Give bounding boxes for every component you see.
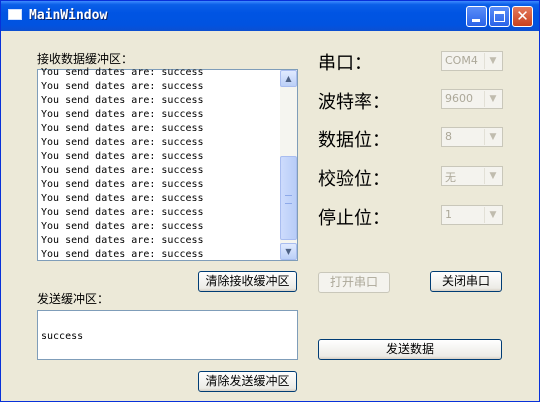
receive-line: You send dates are: success	[41, 95, 204, 106]
databits-value: 8	[445, 130, 452, 143]
window-title: MainWindow	[29, 8, 108, 23]
receive-buffer-label: 接收数据缓冲区：	[37, 52, 134, 66]
receive-line: You send dates are: success	[41, 221, 204, 232]
port-label: 串口：	[318, 53, 372, 74]
scroll-up-icon[interactable]: ▲	[280, 70, 297, 87]
baud-value: 9600	[445, 92, 473, 105]
receive-line: You send dates are: success	[41, 81, 204, 92]
receive-line: You send dates are: success	[41, 193, 204, 204]
clear-send-button[interactable]: 清除发送缓冲区	[198, 371, 297, 392]
baud-label: 波特率：	[318, 92, 390, 113]
chevron-down-icon: ▼	[484, 168, 501, 184]
port-select[interactable]: COM4 ▼	[441, 51, 503, 71]
port-value: COM4	[445, 54, 478, 67]
receive-line: You send dates are: success	[41, 207, 204, 218]
receive-textarea[interactable]: You send dates are: success You send date…	[37, 66, 298, 261]
minimize-icon	[472, 19, 480, 22]
send-data-button[interactable]: 发送数据	[318, 339, 502, 360]
scroll-thumb[interactable]	[280, 156, 297, 240]
databits-label: 数据位：	[318, 130, 390, 151]
chevron-down-icon: ▼	[484, 91, 501, 107]
receive-line: You send dates are: success	[41, 235, 204, 246]
open-port-button[interactable]: 打开串口	[318, 272, 390, 293]
send-buffer-label: 发送缓冲区：	[37, 292, 110, 306]
maximize-button[interactable]	[489, 6, 510, 27]
receive-line: You send dates are: success	[41, 137, 204, 148]
receive-line: You send dates are: success	[41, 109, 204, 120]
main-window: MainWindow ✕ 接收数据缓冲区： You send dates are…	[0, 0, 540, 402]
parity-select[interactable]: 无 ▼	[441, 166, 503, 186]
parity-label: 校验位：	[318, 169, 390, 190]
grip-icon	[285, 195, 292, 204]
maximize-icon	[494, 11, 505, 22]
scroll-down-icon[interactable]: ▼	[280, 243, 297, 260]
receive-lines: You send dates are: success You send date…	[41, 66, 279, 260]
databits-select[interactable]: 8 ▼	[441, 127, 503, 147]
stopbits-select[interactable]: 1 ▼	[441, 205, 503, 225]
stopbits-value: 1	[445, 208, 452, 221]
receive-scrollbar[interactable]: ▲ ▼	[280, 70, 297, 260]
chevron-down-icon: ▼	[484, 207, 501, 223]
minimize-button[interactable]	[466, 6, 487, 27]
title-bar[interactable]: MainWindow ✕	[1, 1, 539, 31]
receive-line: You send dates are: success	[41, 165, 204, 176]
parity-value: 无	[445, 171, 456, 184]
clear-receive-button[interactable]: 清除接收缓冲区	[198, 271, 297, 292]
app-window-icon	[8, 9, 22, 20]
receive-line: You send dates are: success	[41, 151, 204, 162]
close-icon: ✕	[516, 7, 529, 25]
close-window-button[interactable]: ✕	[512, 6, 533, 27]
send-textarea[interactable]: success	[37, 310, 298, 360]
chevron-down-icon: ▼	[484, 129, 501, 145]
receive-line: You send dates are: success	[41, 67, 204, 78]
receive-line: You send dates are: success	[41, 123, 204, 134]
receive-line: You send dates are: success	[41, 249, 204, 260]
chevron-down-icon: ▼	[484, 53, 501, 69]
receive-line: You send dates are: success	[41, 179, 204, 190]
close-port-button[interactable]: 关闭串口	[430, 271, 502, 292]
stopbits-label: 停止位：	[318, 208, 390, 229]
send-text: success	[41, 331, 84, 342]
baud-select[interactable]: 9600 ▼	[441, 89, 503, 109]
